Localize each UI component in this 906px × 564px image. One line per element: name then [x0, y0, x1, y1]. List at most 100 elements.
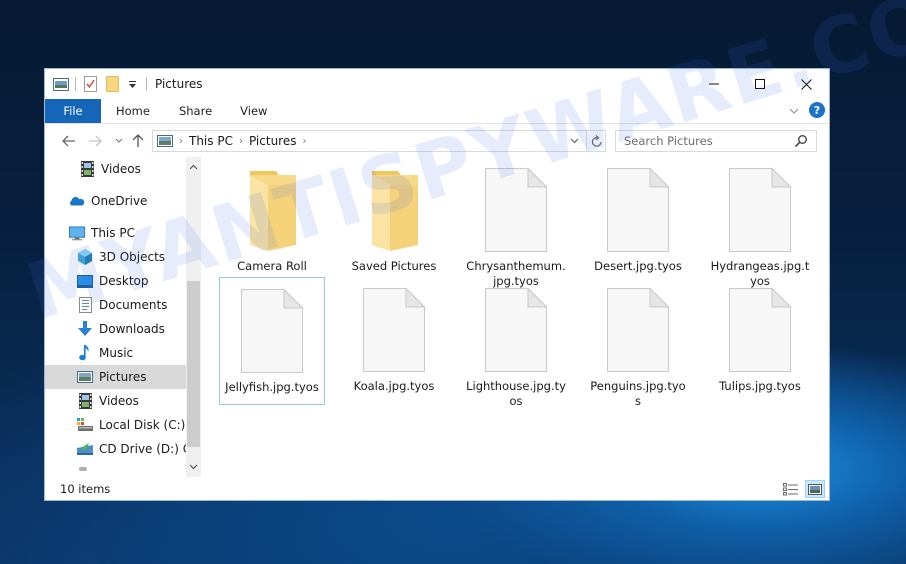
- toolbar-separator: [75, 77, 76, 91]
- sidebar-item-videos[interactable]: Videos: [45, 157, 186, 181]
- file-item[interactable]: Koala.jpg.tyos: [341, 277, 447, 405]
- tab-share[interactable]: Share: [165, 99, 226, 123]
- blank-file-icon: [484, 167, 548, 253]
- search-icon[interactable]: [794, 134, 808, 151]
- blank-file-icon: [728, 287, 792, 373]
- pictures-icon: [77, 369, 93, 385]
- breadcrumb-separator-icon: ›: [179, 135, 183, 147]
- properties-check-icon[interactable]: [82, 76, 98, 92]
- sidebar-item-downloads[interactable]: Downloads: [45, 317, 186, 341]
- minimize-icon: [709, 83, 719, 85]
- file-item[interactable]: Tulips.jpg.tyos: [707, 277, 813, 405]
- file-item[interactable]: Lighthouse.jpg.tyos: [463, 277, 569, 408]
- folder-icon: [362, 167, 426, 253]
- back-button[interactable]: [59, 131, 79, 151]
- breadcrumb-this-pc[interactable]: This PC: [189, 134, 233, 148]
- details-view-button[interactable]: [781, 480, 801, 498]
- forward-arrow-icon: [89, 135, 102, 147]
- address-history-dropdown-icon[interactable]: [570, 136, 579, 147]
- file-item[interactable]: Jellyfish.jpg.tyos: [219, 277, 325, 405]
- maximize-button[interactable]: [737, 69, 783, 99]
- file-name-label: Penguins.jpg.tyos: [590, 379, 686, 408]
- sidebar-item-pictures[interactable]: Pictures: [45, 365, 186, 389]
- window-icon[interactable]: [53, 76, 69, 92]
- documents-icon: [77, 297, 93, 313]
- close-icon: [800, 78, 812, 90]
- expand-ribbon-chevron-icon[interactable]: [789, 103, 799, 117]
- folder-item[interactable]: Saved Pictures: [341, 157, 447, 285]
- sidebar-item-desktop[interactable]: Desktop: [45, 269, 186, 293]
- navigation-bar: › This PC › Pictures ›: [45, 126, 829, 156]
- sidebar-item-local-disk[interactable]: Local Disk (C:): [45, 413, 186, 437]
- file-explorer-window: Pictures File Home Share View ? › This P…: [44, 68, 830, 501]
- desktop-icon: [77, 273, 93, 289]
- file-name-label: Lighthouse.jpg.tyos: [466, 379, 566, 408]
- file-item[interactable]: Hydrangeas.jpg.tyos: [707, 157, 813, 288]
- sidebar-item-this-pc[interactable]: This PC: [45, 221, 186, 245]
- breadcrumb-pictures[interactable]: Pictures: [249, 134, 297, 148]
- navigation-pane-scrollbar[interactable]: [186, 157, 201, 477]
- blank-file-icon: [240, 288, 304, 374]
- file-item[interactable]: Penguins.jpg.tyos: [585, 277, 691, 408]
- onedrive-icon: [69, 193, 85, 209]
- blank-file-icon: [728, 167, 792, 253]
- sidebar-item-onedrive[interactable]: OneDrive: [45, 189, 186, 213]
- help-button[interactable]: ?: [809, 102, 825, 118]
- customize-dropdown-icon[interactable]: [124, 76, 140, 92]
- address-bar[interactable]: › This PC › Pictures ›: [152, 130, 606, 152]
- file-item[interactable]: Desert.jpg.tyos: [585, 157, 691, 285]
- search-input[interactable]: [624, 134, 784, 148]
- scroll-up-button[interactable]: [186, 159, 201, 175]
- sidebar-item-videos-pc[interactable]: Videos: [45, 389, 186, 413]
- forward-button[interactable]: [85, 131, 105, 151]
- sidebar-item-3d-objects[interactable]: 3D Objects: [45, 245, 186, 269]
- refresh-button[interactable]: [586, 130, 606, 152]
- up-button[interactable]: [128, 131, 148, 151]
- large-icons-view-icon: [808, 483, 822, 495]
- minimize-button[interactable]: [691, 69, 737, 99]
- breadcrumb-separator-icon: ›: [238, 135, 243, 147]
- scroll-down-button[interactable]: [186, 459, 201, 475]
- file-item[interactable]: Chrysanthemum.jpg.tyos: [463, 157, 569, 288]
- 3d-objects-icon: [77, 249, 93, 265]
- title-bar: Pictures: [45, 69, 829, 99]
- sidebar-item-music[interactable]: Music: [45, 341, 186, 365]
- sidebar-item-label: 3D Objects: [99, 250, 166, 264]
- search-box[interactable]: [615, 130, 817, 152]
- folder-icon: [240, 167, 304, 253]
- sidebar-item-label: Downloads: [99, 322, 165, 336]
- music-icon: [77, 345, 93, 361]
- sidebar-item-label: Music: [99, 346, 134, 360]
- chevron-down-icon: [189, 464, 198, 470]
- sidebar-item-cd-drive[interactable]: CD Drive (D:) CC: [45, 437, 186, 461]
- breadcrumb-separator-icon: ›: [302, 135, 307, 147]
- sidebar-item-label: Documents: [99, 298, 168, 312]
- sidebar-item-label: Videos: [99, 394, 139, 408]
- new-folder-icon[interactable]: [104, 76, 120, 92]
- window-controls: [691, 69, 829, 99]
- close-button[interactable]: [783, 69, 829, 99]
- chevron-down-icon: [115, 138, 123, 143]
- tab-file[interactable]: File: [45, 99, 101, 123]
- tab-view[interactable]: View: [226, 99, 281, 123]
- ribbon-tabs: File Home Share View ?: [45, 99, 829, 124]
- folder-item[interactable]: Camera Roll: [219, 157, 325, 285]
- local-disk-icon: [77, 417, 93, 433]
- downloads-icon: [77, 321, 93, 337]
- pictures-location-icon: [157, 135, 173, 147]
- back-arrow-icon: [62, 135, 75, 147]
- refresh-icon: [591, 134, 602, 147]
- status-bar: 10 items: [45, 477, 829, 501]
- tab-home[interactable]: Home: [101, 99, 165, 123]
- recent-locations-button[interactable]: [109, 131, 129, 151]
- videos-icon: [77, 393, 93, 409]
- sidebar-item-label: This PC: [91, 226, 135, 240]
- scrollbar-thumb[interactable]: [187, 281, 200, 447]
- blank-file-icon: [606, 167, 670, 253]
- sidebar-item-label: Pictures: [99, 370, 147, 384]
- sidebar-item-documents[interactable]: Documents: [45, 293, 186, 317]
- navigation-pane: Videos OneDrive This PC 3D Objects Deskt…: [45, 157, 186, 477]
- file-name-label: Koala.jpg.tyos: [353, 379, 435, 393]
- large-icons-view-button[interactable]: [805, 480, 825, 498]
- file-name-label: Camera Roll: [237, 259, 307, 273]
